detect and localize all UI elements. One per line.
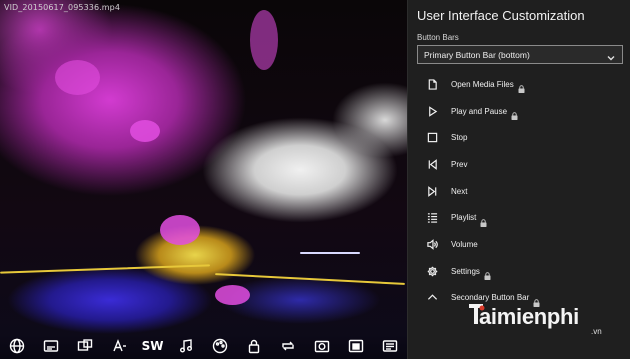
watermark: aimienphi .vn: [467, 300, 627, 340]
volume-icon: [426, 238, 438, 250]
light-streak: [0, 264, 210, 274]
list-item-play-and-pause[interactable]: Play and Pause: [408, 98, 630, 125]
next-icon: [426, 185, 438, 197]
blossom-decoration: [130, 120, 160, 142]
button-bars-label: Button Bars: [417, 33, 459, 42]
list-item-settings[interactable]: Settings: [408, 258, 630, 285]
watermark-brand: aimienphi: [479, 304, 579, 329]
list-item-volume[interactable]: Volume: [408, 231, 630, 258]
list-item-open-media-files[interactable]: Open Media Files: [408, 71, 630, 98]
light-streak: [215, 273, 405, 285]
lock-icon[interactable]: [244, 336, 264, 356]
playlist-screen-icon[interactable]: [380, 336, 400, 356]
list-item-label: Play and Pause: [451, 106, 508, 116]
list-item-label: Stop: [451, 133, 468, 143]
list-item-label: Volume: [451, 239, 478, 249]
blossom-decoration: [160, 215, 200, 245]
chevron-up-icon: [426, 292, 438, 304]
file-icon: [426, 78, 438, 90]
subtitle-sw-label: SW: [141, 339, 164, 353]
picture-in-picture-icon[interactable]: [346, 336, 366, 356]
button-bar-select-value: Primary Button Bar (bottom): [424, 49, 530, 60]
play-icon: [426, 105, 438, 117]
lock-icon: [480, 214, 487, 227]
list-item-label: Settings: [451, 266, 480, 276]
video-toolbar: SW: [0, 333, 407, 359]
lock-icon: [484, 267, 491, 281]
list-item-label: Prev: [451, 159, 468, 169]
lock-icon: [518, 80, 525, 94]
aspect-icon[interactable]: [75, 336, 95, 356]
list-item-label: Next: [451, 186, 468, 196]
subtitles-icon[interactable]: [41, 336, 61, 356]
text-size-icon[interactable]: [109, 336, 129, 356]
prev-icon: [426, 158, 438, 170]
list-item-label: Open Media Files: [451, 79, 514, 89]
blossom-decoration: [55, 60, 100, 95]
stop-icon: [426, 132, 438, 144]
list-item-next[interactable]: Next: [408, 178, 630, 205]
subtitle-sw-button[interactable]: SW: [141, 336, 164, 356]
screenshot-icon[interactable]: [312, 336, 332, 356]
button-bar-select[interactable]: Primary Button Bar (bottom): [417, 45, 623, 64]
list-item-playlist[interactable]: Playlist: [408, 204, 630, 231]
lock-icon: [511, 107, 518, 121]
palette-icon[interactable]: [210, 336, 230, 356]
panel-title: User Interface Customization: [417, 8, 585, 23]
playlist-icon: [426, 212, 438, 224]
chevron-down-icon: [606, 50, 616, 60]
loop-icon[interactable]: [278, 336, 298, 356]
music-note-icon[interactable]: [176, 336, 196, 356]
light-streak: [300, 252, 360, 254]
watermark-suffix: .vn: [591, 327, 602, 336]
button-list: Open Media Files Play and Pause Stop Pre…: [408, 71, 630, 311]
blossom-decoration: [250, 10, 278, 70]
globe-icon[interactable]: [7, 336, 27, 356]
gear-icon: [426, 265, 438, 277]
list-item-prev[interactable]: Prev: [408, 151, 630, 178]
list-item-label: Playlist: [451, 213, 477, 223]
video-filename: VID_20150617_095336.mp4: [4, 3, 121, 12]
video-viewport[interactable]: VID_20150617_095336.mp4 SW: [0, 0, 407, 359]
list-item-stop[interactable]: Stop: [408, 124, 630, 151]
blossom-decoration: [215, 285, 250, 305]
